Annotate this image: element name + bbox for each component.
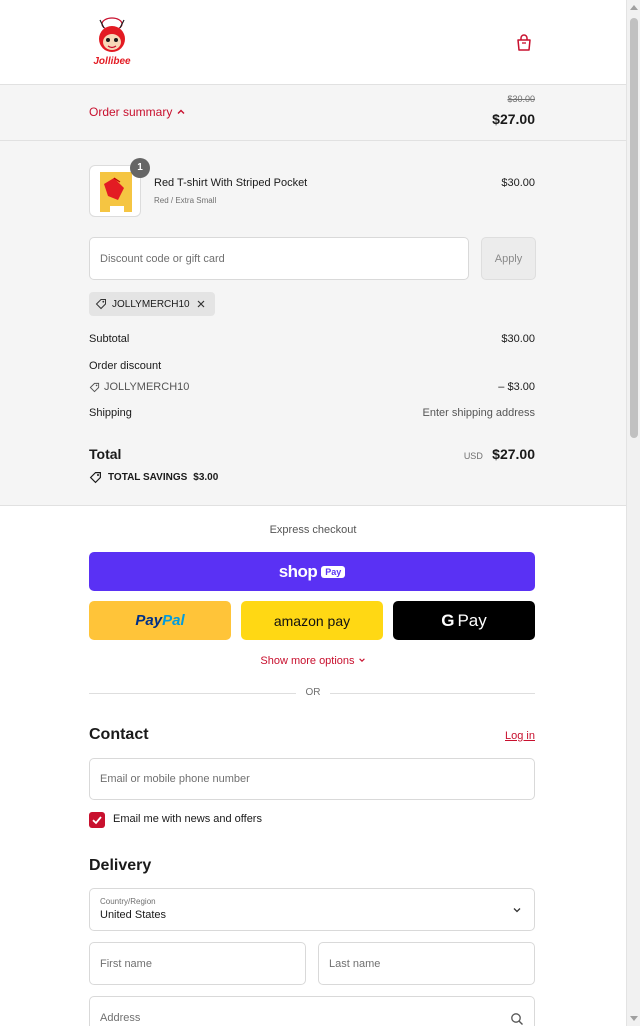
address-field[interactable]: Address [89,996,535,1026]
first-name-placeholder: First name [100,957,152,970]
savings-value: $3.00 [193,472,219,483]
chevron-down-icon [358,658,365,662]
shipping-row: Shipping Enter shipping address [89,407,535,419]
page-scrollbar[interactable] [626,0,640,1026]
total-currency: USD [463,451,483,461]
order-summary-toggle[interactable]: Order summary $30.00 $27.00 [0,85,626,141]
paypal-label-a: Pay [135,612,163,629]
shipping-value: Enter shipping address [422,407,535,419]
or-text: OR [296,687,330,698]
email-field[interactable]: Email or mobile phone number [89,758,535,800]
tag-icon [95,299,106,310]
country-value: United States [100,909,167,921]
item-price: $30.00 [501,177,535,189]
first-name-field[interactable]: First name [89,942,306,985]
delivery-title: Delivery [89,857,152,874]
total-savings: TOTAL SAVINGS $3.00 [89,471,218,484]
scroll-up-arrow-icon[interactable] [630,5,638,10]
quantity-badge: 1 [130,158,150,178]
contact-title: Contact [89,726,149,743]
order-discount-code-text: JOLLYMERCH10 [104,381,190,393]
show-more-options-link[interactable]: Show more options [0,655,626,667]
shop-pay-button[interactable]: shop Pay [89,552,535,591]
shop-pay-label: shop [278,561,318,581]
chevron-down-icon [513,908,521,913]
country-label: Country/Region [100,897,156,906]
scroll-down-arrow-icon[interactable] [630,1016,638,1021]
item-variant: Red / Extra Small [154,196,217,205]
amazon-pay-button[interactable]: amazon pay [241,601,383,640]
original-price: $30.00 [507,94,535,104]
jollibee-logo[interactable]: Jollibee [86,16,138,72]
subtotal-label: Subtotal [89,333,130,345]
order-discount-value: – $3.00 [498,381,535,393]
order-discount-code: JOLLYMERCH10 [89,381,189,393]
savings-label: TOTAL SAVINGS [108,472,188,483]
applied-discount-chip: JOLLYMERCH10 [89,292,215,316]
total-row: Total USD $27.00 [89,446,535,462]
tag-icon [89,382,100,392]
subtotal-row: Subtotal $30.00 [89,333,535,345]
jollibee-mascot-icon [99,17,125,52]
order-discount-label: Order discount [89,360,162,372]
subtotal-value: $30.00 [501,333,535,345]
order-discount-code-row: JOLLYMERCH10 – $3.00 [89,381,535,393]
country-select[interactable]: Country/Region United States [89,888,535,931]
email-placeholder: Email or mobile phone number [100,773,250,785]
google-pay-button[interactable]: G Pay [393,601,535,640]
logo-text: Jollibee [93,56,131,67]
paypal-button[interactable]: Pay Pal [89,601,231,640]
newsletter-checkbox[interactable] [89,812,105,828]
newsletter-label: Email me with news and offers [113,813,262,825]
scrollbar-thumb[interactable] [630,18,638,438]
paypal-label-b: Pal [162,612,185,629]
checkmark-icon [92,816,102,825]
checkout-header: Jollibee [0,0,626,85]
chevron-up-icon [177,109,185,114]
google-pay-label: Pay [457,610,487,630]
apply-discount-button[interactable]: Apply [481,237,536,280]
total-value: $27.00 [492,446,535,462]
address-placeholder: Address [100,1011,141,1024]
shopping-bag-icon[interactable] [514,33,534,53]
summary-price: $27.00 [492,111,535,127]
total-amount: USD $27.00 [464,446,535,462]
shipping-label: Shipping [89,407,132,419]
login-link[interactable]: Log in [505,730,535,742]
express-checkout-title: Express checkout [269,524,357,536]
tag-icon [89,472,101,484]
remove-code-close-icon[interactable] [195,298,207,310]
order-summary-label[interactable]: Order summary [89,105,172,119]
checkout-page: Jollibee Order summary $30.00 $27.00 1 R… [0,0,626,1026]
order-summary-panel: 1 Red T-shirt With Striped Pocket Red / … [0,141,626,506]
show-more-label: Show more options [260,655,355,667]
last-name-placeholder: Last name [329,957,381,970]
search-icon [511,1013,523,1025]
order-discount-row: Order discount [89,360,535,372]
amazon-pay-label: amazon pay [273,612,351,629]
discount-code-input[interactable] [89,237,469,280]
google-g-icon: G [441,610,455,630]
item-name: Red T-shirt With Striped Pocket [154,177,308,189]
total-label: Total [89,446,122,462]
applied-code-text: JOLLYMERCH10 [112,298,190,310]
last-name-field[interactable]: Last name [318,942,535,985]
shop-pay-badge: Pay [321,565,346,578]
